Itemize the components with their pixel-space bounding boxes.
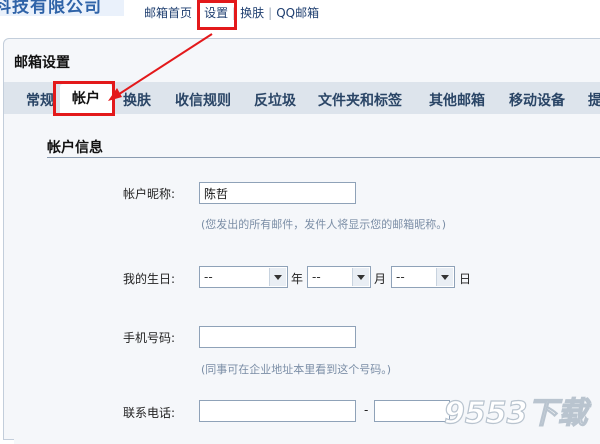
site-watermark: 9553下载 [444,395,592,431]
annotation-arrow [108,33,213,101]
watermark-text: 9553下载 [444,396,591,431]
